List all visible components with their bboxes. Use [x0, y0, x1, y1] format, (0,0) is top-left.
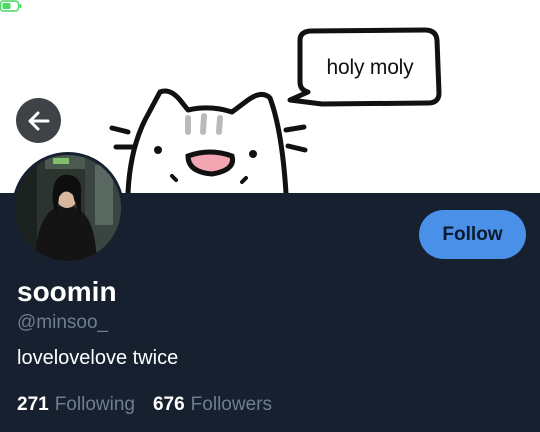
following-stat[interactable]: 271 Following — [17, 394, 135, 416]
profile-bio: lovelovelove twice — [17, 347, 179, 369]
username-handle: @minsoo_ — [17, 312, 109, 333]
battery-icon — [0, 0, 22, 12]
followers-label: Followers — [190, 394, 272, 415]
followers-stat[interactable]: 676 Followers — [153, 394, 272, 416]
avatar-photo — [15, 155, 121, 261]
followers-count: 676 — [152, 394, 185, 415]
following-label: Following — [54, 394, 135, 415]
back-button[interactable] — [16, 98, 61, 143]
back-arrow-icon — [28, 111, 49, 130]
following-count: 271 — [17, 394, 49, 415]
avatar[interactable] — [12, 152, 124, 264]
follow-button[interactable]: Follow — [419, 210, 526, 259]
follow-stats: 271 Following 676 Followers — [17, 394, 272, 416]
display-name: soomin — [17, 276, 117, 307]
speech-bubble-text: holy moly — [326, 56, 414, 79]
